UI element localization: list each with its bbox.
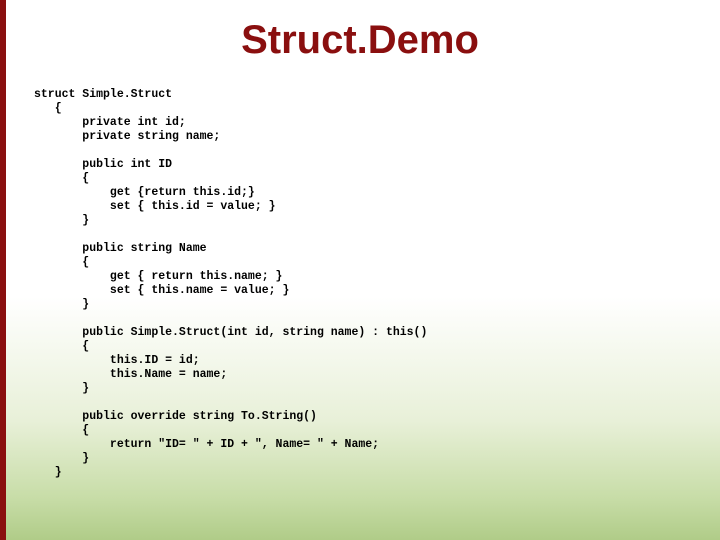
- slide-title: Struct.Demo: [0, 18, 720, 63]
- slide-accent-border: [0, 0, 6, 540]
- code-block: struct Simple.Struct { private int id; p…: [34, 88, 427, 480]
